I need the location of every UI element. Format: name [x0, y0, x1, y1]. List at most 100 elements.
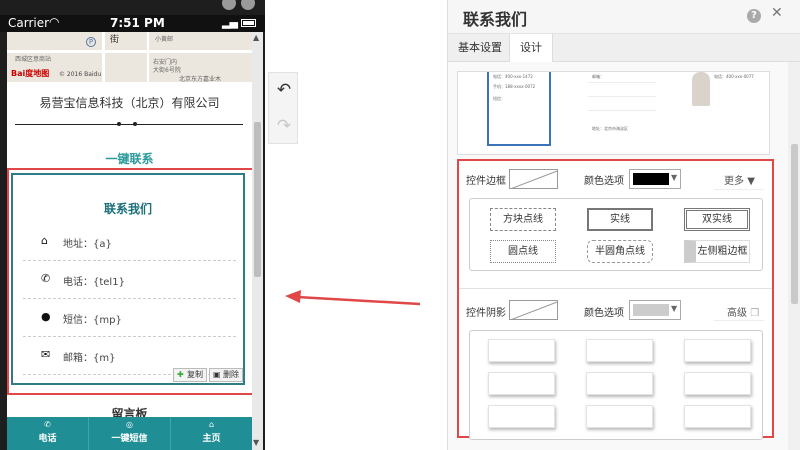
border-style-option[interactable]: 双实线	[684, 208, 750, 231]
card-title: 联系我们	[103, 202, 152, 216]
border-style-label: 左侧粗边框	[697, 246, 748, 257]
border-color-picker[interactable]: ▼	[629, 169, 681, 189]
map-label: 小黄邮	[155, 36, 174, 43]
preview-text: 短信：	[493, 96, 505, 101]
border-style-label: 半圆角点线	[595, 246, 645, 257]
border-style-option[interactable]: 圆点线	[490, 240, 556, 263]
shadow-option[interactable]	[586, 372, 653, 395]
more-options-link[interactable]: 更多 ▼	[724, 172, 755, 187]
phone-status-bar: Carrier ◠ 7:51 PM ▂▄	[0, 15, 265, 32]
preview-line	[588, 96, 656, 97]
contact-label: 邮箱：{m}	[63, 353, 116, 364]
map-road	[102, 32, 105, 82]
shadow-option[interactable]	[684, 339, 751, 362]
shadow-option[interactable]	[488, 372, 555, 395]
panel-title: 联系我们	[463, 10, 528, 29]
delete-button[interactable]: ▣ 删除	[209, 368, 243, 382]
design-content: 电话：400-xxx-1472 手机：188-xxxx-0072 短信： 邮箱：…	[448, 62, 788, 450]
border-style-label: 方块点线	[503, 214, 543, 225]
close-icon[interactable]: ✕	[771, 5, 783, 21]
map-label: 街	[110, 35, 120, 45]
annotation-arrow	[285, 290, 421, 306]
redo-icon[interactable]: ↷	[273, 115, 295, 137]
trash-icon: ▣	[213, 370, 221, 379]
border-style-option[interactable]: 左侧粗边框	[684, 240, 750, 263]
section-heading: 一键联系	[105, 152, 154, 166]
template-preview[interactable]: 电话：400-xxx-1472 手机：188-xxxx-0072 短信： 邮箱：…	[457, 71, 770, 155]
parking-icon: P	[86, 37, 96, 47]
preview-text: 地址：北京市海淀区	[592, 126, 628, 131]
panel-scrollbar[interactable]	[788, 62, 800, 450]
phone-simulator: Carrier ◠ 7:51 PM ▂▄ P 街 西城区意商站 小黄邮 右安门内…	[0, 0, 265, 450]
company-name: 易营宝信息科技（北京）有限公司	[39, 96, 220, 110]
scroll-up-icon[interactable]: ▲	[253, 33, 259, 42]
window-dot-2[interactable]	[241, 0, 255, 10]
border-style-label: 圆点线	[508, 246, 538, 257]
style-controls: 控件边框 颜色选项 ▼ 更多 ▼ 方块点线 实线 双实线 圆点线 半圆角点线 左…	[457, 159, 774, 440]
preview-text: 电话：400-xxx-1472	[493, 74, 533, 79]
nav-label: 一键短信	[111, 434, 148, 444]
editor-panel: 联系我们 ? ✕ 基本设置 设计 电话：400-xxx-1472 手机：188-…	[447, 0, 800, 450]
copy-button[interactable]: ✚ 复制	[173, 368, 207, 382]
shadow-option[interactable]	[684, 405, 751, 428]
undo-icon[interactable]: ↶	[273, 79, 295, 101]
template-thumbnail[interactable]: 电话：400-xxx-1472 手机：188-xxxx-0072 短信：	[487, 72, 551, 146]
map-widget[interactable]: P 街 西城区意商站 小黄邮 右安门内 大街6号院 北京东方嘉业木 Bai度地图…	[7, 32, 252, 83]
copy-icon: ❐	[750, 308, 760, 319]
phone-icon: ✆	[41, 272, 51, 285]
nav-home[interactable]: ⌂ 主页	[171, 417, 252, 450]
border-label: 控件边框	[466, 176, 506, 187]
help-icon[interactable]: ?	[747, 9, 761, 23]
border-style-option[interactable]: 方块点线	[490, 208, 556, 231]
shadow-option[interactable]	[488, 405, 555, 428]
shadow-option[interactable]	[586, 339, 653, 362]
tab-basic-settings[interactable]: 基本设置	[448, 34, 512, 62]
divider	[15, 124, 243, 125]
bottom-nav: ✆ 电话 ◎ 一键短信 ⌂ 主页	[7, 417, 252, 450]
shadow-option[interactable]	[488, 339, 555, 362]
scroll-thumb[interactable]	[791, 144, 798, 304]
border-style-option[interactable]: 半圆角点线	[587, 240, 653, 263]
tab-design[interactable]: 设计	[509, 34, 553, 63]
preview-text: 邮箱：	[592, 74, 604, 79]
window-dot-1[interactable]	[222, 0, 236, 10]
border-none-swatch[interactable]	[509, 169, 558, 189]
tab-bar: 基本设置 设计	[448, 34, 800, 63]
contact-card[interactable]: 联系我们 ⌂ 地址：{a} ✆ 电话：{tel1} ● 短信：{mp} ✉ 邮箱…	[11, 173, 245, 385]
map-road	[7, 50, 252, 53]
signal-icon: ▂▄	[222, 16, 238, 29]
border-style-label: 实线	[610, 214, 630, 225]
contact-label: 短信：{mp}	[63, 315, 122, 326]
contact-row-sms[interactable]: ● 短信：{mp}	[23, 299, 236, 337]
contact-row-phone[interactable]: ✆ 电话：{tel1}	[23, 261, 236, 299]
history-panel: ↶ ↷	[268, 72, 298, 144]
divider	[459, 288, 772, 289]
preview-text: 电话：400-xxx-0077	[714, 74, 754, 79]
advanced-link[interactable]: 高级 ❐	[727, 304, 759, 319]
phone-scrollbar[interactable]: ▲ ▼	[252, 32, 263, 450]
shadow-option[interactable]	[586, 405, 653, 428]
message-icon: ●	[41, 310, 51, 323]
border-style-grid: 方块点线 实线 双实线 圆点线 半圆角点线 左侧粗边框	[469, 198, 763, 271]
shadow-none-swatch[interactable]	[509, 300, 558, 320]
baidu-map-logo: Bai度地图	[11, 69, 50, 78]
contact-row-address[interactable]: ⌂ 地址：{a}	[23, 223, 236, 261]
plus-icon: ✚	[177, 370, 184, 379]
template-thumbnail[interactable]: 电话：400-xxx-0077	[692, 72, 762, 146]
sms-icon: ◎	[126, 420, 133, 429]
border-style-option[interactable]: 实线	[587, 208, 653, 231]
home-icon: ⌂	[208, 420, 215, 429]
map-label: 大街6号院	[153, 67, 181, 74]
color-swatch	[633, 173, 669, 185]
template-thumbnail[interactable]: 邮箱： 地址：北京市海淀区	[588, 72, 656, 146]
scroll-down-icon[interactable]: ▼	[253, 438, 259, 447]
shadow-option[interactable]	[684, 372, 751, 395]
scroll-thumb[interactable]	[254, 122, 261, 277]
shadow-color-picker[interactable]: ▼	[629, 300, 681, 320]
nav-sms[interactable]: ◎ 一键短信	[89, 417, 171, 450]
mail-icon: ✉	[41, 348, 51, 361]
wifi-icon: ◠	[49, 15, 60, 29]
status-time: 7:51 PM	[110, 16, 165, 30]
delete-label: 删除	[223, 370, 239, 379]
nav-phone[interactable]: ✆ 电话	[7, 417, 89, 450]
